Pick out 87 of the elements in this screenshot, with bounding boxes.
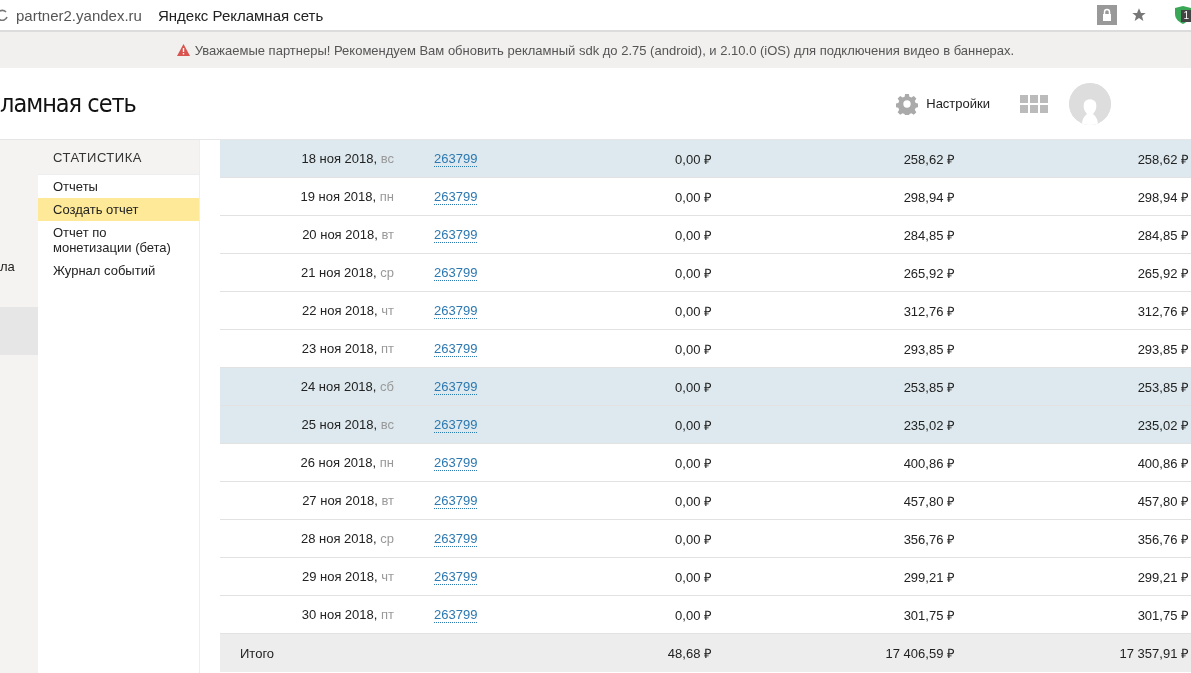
table-cell-text: 265,92 ₽ (902, 264, 955, 282)
table-cell-text: 356,76 ₽ (902, 530, 955, 548)
table-cell-text: 0,00 ₽ (674, 454, 712, 472)
id-link[interactable]: 263799 (434, 150, 478, 167)
id-link[interactable]: 263799 (434, 188, 478, 205)
date-cell-text: 22 ноя 2018, чт (301, 303, 394, 318)
table-cell-text: 457,80 ₽ (902, 492, 955, 510)
id-link[interactable]: 263799 (434, 606, 478, 623)
table-cell-text: 312,76 ₽ (1136, 302, 1190, 320)
table-cell-text: 298,94 ₽ (902, 188, 955, 206)
table-cell-text: 0,00 ₽ (674, 530, 712, 548)
id-link[interactable]: 263799 (434, 416, 478, 433)
table-cell-text: 258,62 ₽ (902, 150, 955, 168)
table-cell-text: 0,00 ₽ (674, 340, 712, 358)
table-cell-text: 265,92 ₽ (1136, 264, 1190, 282)
sidebar-item[interactable]: Журнал событий (38, 259, 199, 282)
date-cell-text: 27 ноя 2018, вт (301, 493, 394, 508)
nav-highlight (0, 307, 38, 355)
date-cell-text: 23 ноя 2018, пт (300, 341, 394, 356)
table-cell-text: 235,02 ₽ (1136, 416, 1190, 434)
table-cell-text: 0,00 ₽ (674, 150, 712, 168)
table-cell-text: 0,00 ₽ (674, 492, 712, 510)
id-link[interactable]: 263799 (434, 302, 478, 319)
date-cell-text: 25 ноя 2018, вс (300, 417, 394, 432)
table-cell-text: 301,75 ₽ (1136, 606, 1190, 624)
date-cell-text: 29 ноя 2018, чт (301, 569, 394, 584)
table-cell-text: 0,00 ₽ (674, 606, 712, 624)
table-cell-text: 457,80 ₽ (1136, 492, 1190, 510)
sidebar-item[interactable]: Отчет по монетизации (бета) (38, 221, 199, 259)
table-cell-text: 293,85 ₽ (902, 340, 955, 358)
date-cell-text: 28 ноя 2018, ср (300, 531, 394, 546)
table-cell-text: 400,86 ₽ (902, 454, 955, 472)
table-cell-text: 299,21 ₽ (1136, 568, 1190, 586)
id-link[interactable]: 263799 (434, 340, 478, 357)
date-cell-text: 19 ноя 2018, пн (299, 189, 394, 204)
table-cell-text: 253,85 ₽ (902, 378, 955, 396)
table-cell-text: 0,00 ₽ (674, 226, 712, 244)
nav-text: ла (0, 259, 16, 276)
total-cell-text: 17 357,91 ₽ (1118, 645, 1190, 662)
total-cell-text: 17 406,59 ₽ (884, 645, 955, 662)
total-label: Итого (239, 645, 276, 661)
id-link[interactable]: 263799 (434, 568, 478, 585)
table-cell-text: 258,62 ₽ (1136, 150, 1190, 168)
sidebar-item[interactable]: Отчеты (38, 175, 199, 198)
id-link[interactable]: 263799 (434, 530, 478, 547)
table-cell-text: 284,85 ₽ (1136, 226, 1190, 244)
table-cell-text: 0,00 ₽ (674, 378, 712, 396)
reload-icon[interactable] (0, 9, 8, 21)
table-cell-text: 293,85 ₽ (1136, 340, 1190, 358)
lock-icon[interactable] (1097, 5, 1117, 25)
id-link[interactable]: 263799 (434, 226, 478, 243)
table-cell-text: 299,21 ₽ (902, 568, 955, 586)
id-link[interactable]: 263799 (434, 378, 478, 395)
page-title: Яндекс Рекламная сеть (157, 6, 324, 24)
id-link[interactable]: 263799 (434, 492, 478, 509)
table-cell-text: 298,94 ₽ (1136, 188, 1190, 206)
table-cell-text: 301,75 ₽ (902, 606, 955, 624)
date-cell-text: 18 ноя 2018, вс (300, 151, 394, 166)
date-cell-text: 30 ноя 2018, пт (300, 607, 394, 622)
address-url[interactable]: partner2.yandex.ru (16, 6, 142, 24)
table-cell-text: 0,00 ₽ (674, 188, 712, 206)
extension-badge: 1 (1181, 10, 1191, 22)
gear-icon (896, 92, 919, 115)
announcement-text: Уважаемые партнеры! Рекомендуем Вам обновить рекламный sdk до 2.75 (android), и 2.10.0 (iOS) для подключения видео в баннерах. (194, 42, 1015, 58)
table-cell-text: 0,00 ₽ (674, 568, 712, 586)
date-cell-text: 24 ноя 2018, сб (299, 379, 394, 394)
table-cell-text: 0,00 ₽ (674, 302, 712, 320)
warning-icon (176, 44, 190, 56)
id-link[interactable]: 263799 (434, 264, 478, 281)
total-cell-text: 48,68 ₽ (666, 645, 712, 662)
sidebar-title: СТАТИСТИКА (38, 140, 199, 175)
settings-button[interactable]: Настройки (896, 92, 990, 115)
table-cell-text: 400,86 ₽ (1136, 454, 1190, 472)
id-link[interactable]: 263799 (434, 454, 478, 471)
date-cell-text: 26 ноя 2018, пн (299, 455, 394, 470)
site-logo-text: ламная сеть (0, 89, 136, 118)
sidebar-item[interactable]: Создать отчет (38, 198, 199, 221)
date-cell-text: 21 ноя 2018, ср (300, 265, 394, 280)
table-cell-text: 0,00 ₽ (674, 264, 712, 282)
date-cell-text: 20 ноя 2018, вт (301, 227, 394, 242)
table-cell-text: 235,02 ₽ (902, 416, 955, 434)
table-cell-text: 0,00 ₽ (674, 416, 712, 434)
star-icon[interactable] (1131, 7, 1147, 23)
table-cell-text: 356,76 ₽ (1136, 530, 1190, 548)
table-cell-text: 284,85 ₽ (902, 226, 955, 244)
table-cell-text: 312,76 ₽ (902, 302, 955, 320)
table-cell-text: 253,85 ₽ (1136, 378, 1190, 396)
